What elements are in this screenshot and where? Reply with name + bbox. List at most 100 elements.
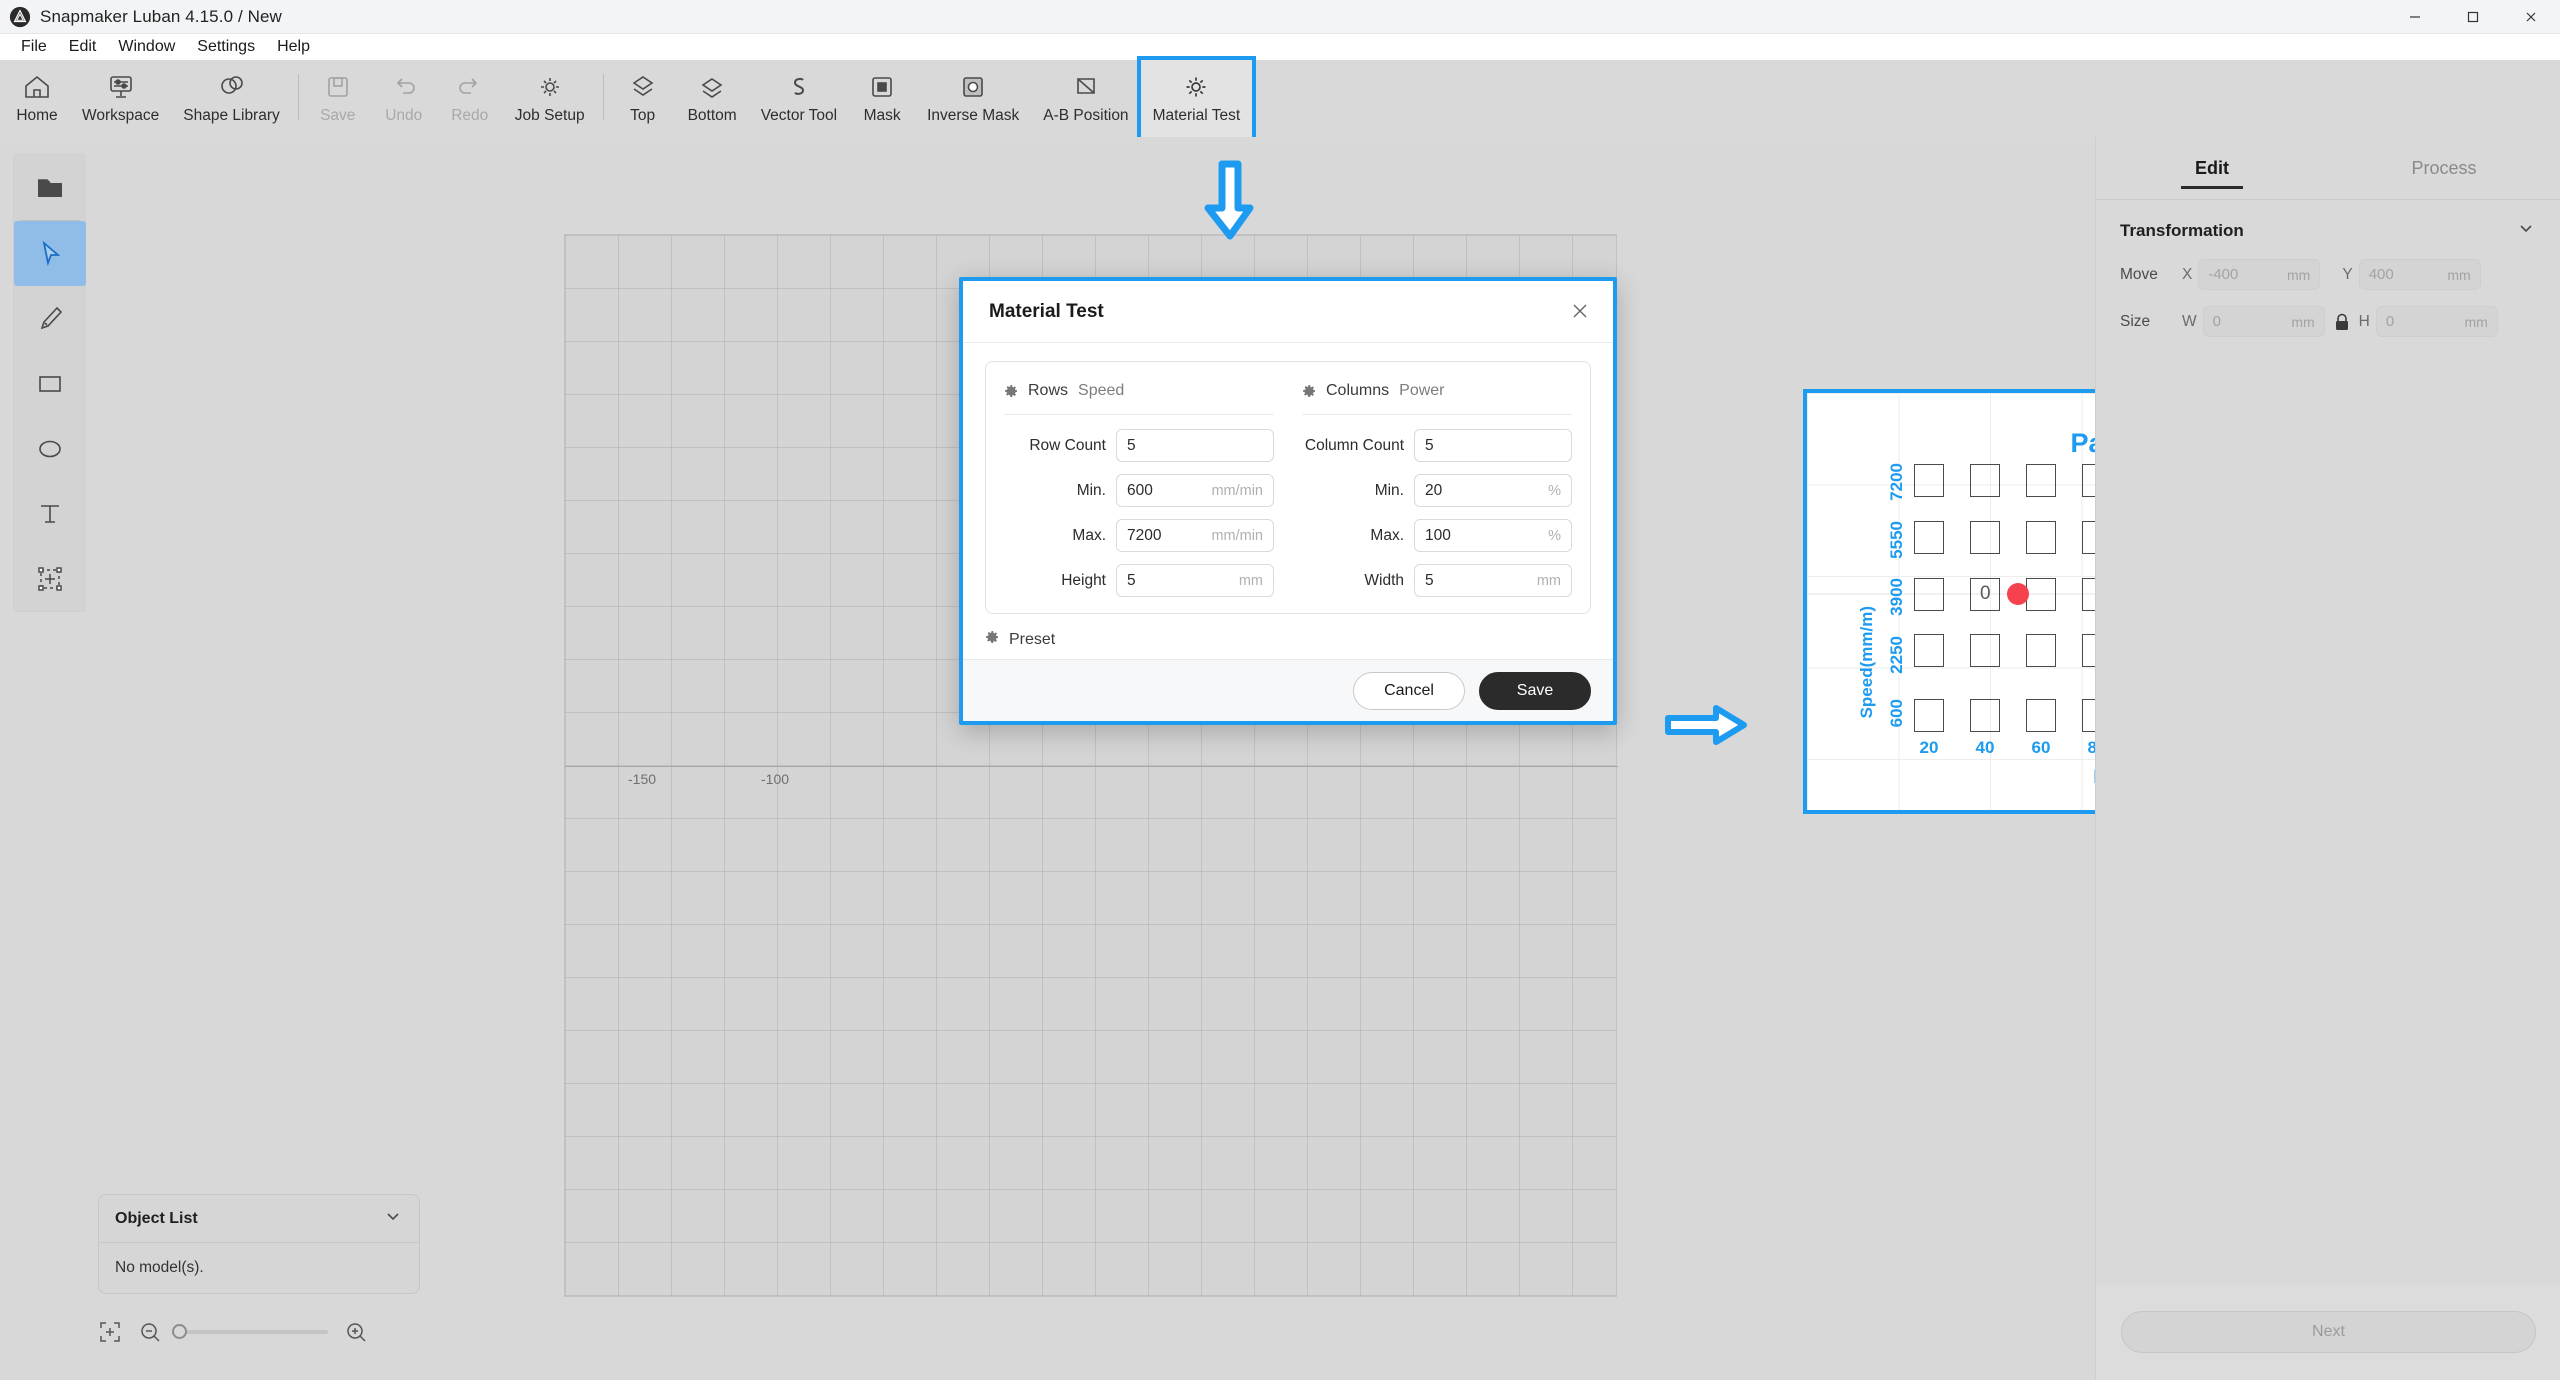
lock-icon[interactable] — [2334, 313, 2350, 331]
toolbar-redo-label: Redo — [451, 107, 489, 124]
sidebar-item-rectangle[interactable] — [14, 351, 86, 416]
sidebar-item-select[interactable] — [14, 221, 86, 286]
size-h-input[interactable]: 0 mm — [2375, 306, 2498, 337]
preview-cell[interactable] — [2026, 464, 2056, 497]
preview-cell[interactable]: 0 — [1970, 578, 2000, 611]
minimize-button[interactable] — [2386, 0, 2444, 34]
toolbar-divider-2 — [602, 74, 604, 120]
close-icon[interactable] — [1565, 296, 1595, 326]
sidebar-item-transform[interactable] — [14, 546, 86, 611]
tab-edit[interactable]: Edit — [2096, 137, 2328, 199]
tab-process[interactable]: Process — [2328, 137, 2560, 199]
rows-max-input[interactable]: 7200 mm/min — [1116, 519, 1274, 552]
rows-height-input[interactable]: 5 mm — [1116, 564, 1274, 597]
toolbar-material-test[interactable]: Material Test — [1136, 56, 1257, 141]
pen-icon — [40, 306, 63, 329]
menu-settings[interactable]: Settings — [186, 34, 266, 60]
columns-max-input[interactable]: 100 % — [1414, 519, 1572, 552]
move-x-value: -400 — [2208, 266, 2239, 283]
gear-icon — [1302, 384, 1316, 398]
columns-width-input[interactable]: 5 mm — [1414, 564, 1572, 597]
preview-cell[interactable] — [2026, 699, 2056, 732]
preview-cell[interactable] — [2026, 521, 2056, 554]
toolbar-save[interactable]: Save — [305, 60, 371, 137]
size-row: Size W 0 mm H 0 mm — [2120, 306, 2536, 337]
size-w-input[interactable]: 0 mm — [2202, 306, 2325, 337]
zoom-bar — [98, 1312, 420, 1352]
toolbar-inverse-mask[interactable]: Inverse Mask — [915, 60, 1031, 137]
columns-min-unit: % — [1548, 482, 1561, 499]
object-list-header[interactable]: Object List — [99, 1195, 419, 1243]
zoom-slider-knob[interactable] — [172, 1324, 187, 1339]
columns-heading: Columns Power — [1302, 376, 1572, 406]
zoom-slider[interactable] — [172, 1324, 328, 1339]
toolbar-ab-position[interactable]: A-B Position — [1031, 60, 1140, 137]
preview-cell[interactable] — [1970, 521, 2000, 554]
object-list-empty: No model(s). — [115, 1259, 204, 1276]
toolbar-workspace[interactable]: Workspace — [70, 60, 171, 137]
move-y-unit: mm — [2447, 266, 2471, 283]
size-h-value: 0 — [2385, 313, 2395, 330]
preview-cell[interactable] — [2026, 634, 2056, 667]
toolbar-top[interactable]: Top — [610, 60, 676, 137]
preview-cell[interactable] — [1914, 634, 1944, 667]
preview-y-tick-7200: 7200 — [1887, 463, 1906, 501]
toolbar-home[interactable]: Home — [4, 60, 70, 137]
chevron-down-icon[interactable] — [383, 1206, 403, 1231]
sidebar-item-ellipse[interactable] — [14, 416, 86, 481]
menu-file[interactable]: File — [10, 34, 58, 60]
toolbar-mask[interactable]: Mask — [849, 60, 915, 137]
fit-to-screen-icon[interactable] — [98, 1320, 122, 1344]
rows-heading-label: Rows — [1028, 382, 1069, 399]
job-setup-icon — [533, 69, 567, 105]
rows-height-label: Height — [1061, 571, 1106, 589]
application-window: Snapmaker Luban 4.15.0 / New File Edit W… — [0, 0, 2560, 1380]
rows-height-unit: mm — [1238, 572, 1263, 589]
toolbar-job-setup[interactable]: Job Setup — [503, 60, 597, 137]
menu-edit[interactable]: Edit — [58, 34, 108, 60]
preview-x-tick-60: 60 — [2031, 738, 2051, 757]
rows-heading: Rows Speed — [1004, 376, 1274, 406]
save-button[interactable]: Save — [1479, 671, 1591, 710]
toolbar-redo[interactable]: Redo — [437, 60, 503, 137]
row-count-input[interactable]: 5 — [1116, 429, 1274, 462]
menu-help[interactable]: Help — [266, 34, 321, 60]
columns-min-input[interactable]: 20 % — [1414, 474, 1572, 507]
preview-cell[interactable] — [1970, 699, 2000, 732]
toolbar-divider — [297, 74, 299, 120]
sidebar-item-text[interactable] — [14, 481, 86, 546]
move-x-input[interactable]: -400 mm — [2198, 259, 2321, 290]
dialog-footer: Cancel Save — [963, 659, 1613, 721]
close-button[interactable] — [2502, 0, 2560, 34]
toolbar-shape-library[interactable]: Shape Library — [171, 60, 292, 137]
zoom-out-icon[interactable] — [138, 1320, 162, 1344]
cancel-button[interactable]: Cancel — [1353, 671, 1465, 710]
preview-cell[interactable] — [1914, 464, 1944, 497]
chevron-down-icon[interactable] — [2516, 218, 2536, 243]
transformation-header[interactable]: Transformation — [2120, 218, 2536, 243]
right-panel-tabs: Edit Process — [2096, 137, 2560, 199]
object-list-panel: Object List No model(s). — [98, 1194, 420, 1294]
move-y-input[interactable]: 400 mm — [2358, 259, 2481, 290]
toolbar-bottom[interactable]: Bottom — [676, 60, 749, 137]
preview-cell[interactable] — [1970, 634, 2000, 667]
preview-cell[interactable] — [1914, 578, 1944, 611]
menu-window[interactable]: Window — [107, 34, 186, 60]
sidebar-item-pen[interactable] — [14, 286, 86, 351]
preview-cell[interactable] — [1970, 464, 2000, 497]
column-count-input[interactable]: 5 — [1414, 429, 1572, 462]
preview-cell[interactable] — [2026, 578, 2056, 611]
zoom-in-icon[interactable] — [344, 1320, 368, 1344]
toolbar-vector-tool[interactable]: Vector Tool — [749, 60, 849, 137]
toolbar-undo[interactable]: Undo — [371, 60, 437, 137]
rows-min-input[interactable]: 600 mm/min — [1116, 474, 1274, 507]
maximize-button[interactable] — [2444, 0, 2502, 34]
size-h-axis-label: H — [2358, 312, 2370, 330]
preview-cell[interactable] — [1914, 699, 1944, 732]
sidebar-item-open-folder[interactable] — [14, 155, 86, 220]
move-x-axis-label: X — [2182, 265, 2193, 283]
main-toolbar: Home Workspace Shape Library Save Undo R… — [0, 56, 2560, 141]
toolbar-inverse-mask-label: Inverse Mask — [927, 107, 1020, 124]
preview-cell[interactable] — [1914, 521, 1944, 554]
next-button[interactable]: Next — [2121, 1311, 2536, 1353]
